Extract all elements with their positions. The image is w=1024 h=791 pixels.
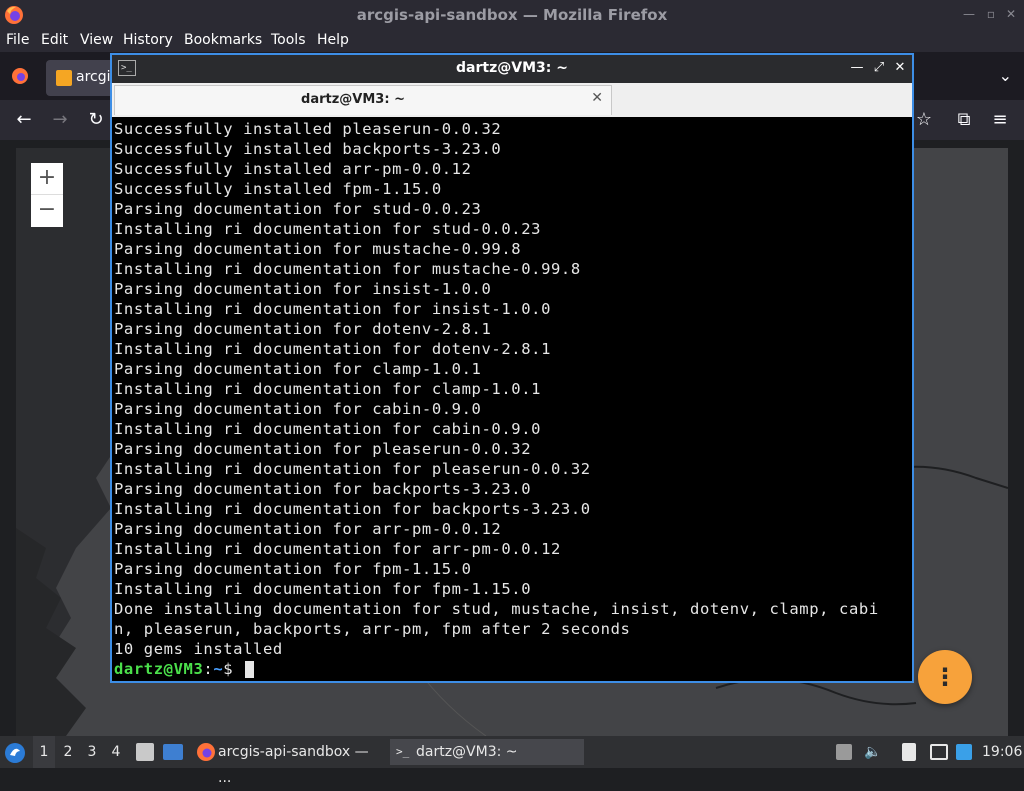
firefox-titlebar: arcgis-api-sandbox — Mozilla Firefox — ▫…	[0, 0, 1024, 30]
terminal-output-line: Parsing documentation for cabin-0.9.0	[114, 400, 482, 418]
file-manager-icon[interactable]	[136, 743, 154, 761]
terminal-output-line: Installing ri documentation for dotenv-2…	[114, 340, 551, 358]
workspace-2[interactable]: 2	[57, 736, 79, 768]
terminal-prompt-line: dartz@VM3:~$	[114, 659, 910, 679]
menu-bar: File Edit View History Bookmarks Tools H…	[0, 30, 1024, 52]
taskbar: 1 2 3 4 arcgis-api-sandbox — ... >_ dart…	[0, 736, 1024, 786]
back-arrow-icon[interactable]: ←	[12, 108, 36, 132]
terminal-output-line: Installing ri documentation for fpm-1.15…	[114, 580, 532, 598]
terminal-output-line: Parsing documentation for backports-3.23…	[114, 480, 532, 498]
menu-help[interactable]: Help	[317, 32, 349, 48]
terminal-output-line: Parsing documentation for clamp-1.0.1	[114, 360, 482, 378]
menu-history[interactable]: History	[123, 32, 173, 48]
terminal-output[interactable]: Successfully installed pleaserun-0.0.32 S…	[114, 119, 910, 679]
terminal-minimize-icon[interactable]: —	[850, 60, 864, 75]
terminal-tab[interactable]: dartz@VM3: ~ ✕	[114, 85, 612, 115]
terminal-output-line: Parsing documentation for stud-0.0.23	[114, 200, 482, 218]
terminal-output-line: Parsing documentation for mustache-0.99.…	[114, 240, 522, 258]
terminal-output-line: Parsing documentation for arr-pm-0.0.12	[114, 520, 502, 538]
terminal-output-line: Installing ri documentation for cabin-0.…	[114, 420, 542, 438]
notes-icon[interactable]	[902, 743, 916, 761]
terminal-output-line: Successfully installed arr-pm-0.0.12	[114, 160, 472, 178]
terminal-lines: Successfully installed pleaserun-0.0.32 S…	[114, 119, 910, 659]
prompt-user: dartz@VM3	[114, 660, 204, 678]
terminal-output-line: Installing ri documentation for arr-pm-0…	[114, 540, 561, 558]
firefox-task-icon	[197, 743, 215, 761]
close-icon[interactable]: ✕	[1004, 7, 1018, 21]
workspace-1[interactable]: 1	[33, 736, 55, 768]
terminal-task-icon: >_	[396, 745, 410, 758]
workspace-3[interactable]: 3	[81, 736, 103, 768]
zoom-out-button[interactable]: −	[31, 195, 63, 227]
network-icon[interactable]	[930, 744, 948, 760]
terminal-output-line: Installing ri documentation for insist-1…	[114, 300, 551, 318]
firefox-view-icon[interactable]	[10, 66, 30, 86]
terminal-output-line: Successfully installed fpm-1.15.0	[114, 180, 442, 198]
menu-edit[interactable]: Edit	[41, 32, 68, 48]
task-terminal[interactable]: >_ dartz@VM3: ~	[390, 739, 584, 765]
terminal-window[interactable]: >_ dartz@VM3: ~ — ⤢ ✕ dartz@VM3: ~ ✕ Suc…	[110, 53, 914, 683]
clipboard-icon[interactable]	[836, 744, 852, 760]
terminal-output-line: Parsing documentation for pleaserun-0.0.…	[114, 440, 532, 458]
terminal-output-line: Parsing documentation for fpm-1.15.0	[114, 560, 472, 578]
list-all-tabs-chevron-icon[interactable]: ⌄	[999, 66, 1012, 85]
task-firefox[interactable]: arcgis-api-sandbox — ...	[192, 739, 386, 786]
terminal-titlebar[interactable]: >_ dartz@VM3: ~ — ⤢ ✕	[112, 55, 912, 83]
menu-bookmarks[interactable]: Bookmarks	[184, 32, 262, 48]
menu-file[interactable]: File	[6, 32, 29, 48]
terminal-output-line: Successfully installed backports-3.23.0	[114, 140, 502, 158]
terminal-title: dartz@VM3: ~	[456, 60, 568, 76]
start-menu-icon[interactable]	[4, 742, 26, 764]
menu-view[interactable]: View	[80, 32, 113, 48]
terminal-output-line: Successfully installed pleaserun-0.0.32	[114, 120, 502, 138]
task-terminal-label: dartz@VM3: ~	[416, 744, 518, 760]
workspace-4[interactable]: 4	[105, 736, 127, 768]
maximize-icon[interactable]: ▫	[984, 7, 998, 21]
volume-icon[interactable]: 🔈	[864, 744, 881, 760]
terminal-output-line: Parsing documentation for dotenv-2.8.1	[114, 320, 492, 338]
terminal-output-line: Done installing documentation for stud, …	[114, 600, 879, 618]
terminal-output-line: Installing ri documentation for pleaseru…	[114, 460, 591, 478]
updates-icon[interactable]	[956, 744, 972, 760]
clock: 19:06	[982, 744, 1023, 760]
terminal-output-line: n, pleaserun, backports, arr-pm, fpm aft…	[114, 620, 631, 638]
tab-label: arcgi	[76, 69, 111, 85]
more-options-button[interactable]: ⋮	[918, 650, 972, 704]
window-title: arcgis-api-sandbox — Mozilla Firefox	[356, 6, 668, 24]
arcgis-favicon-icon	[56, 70, 72, 86]
terminal-output-line: Installing ri documentation for backport…	[114, 500, 591, 518]
task-firefox-label: arcgis-api-sandbox — ...	[218, 744, 369, 786]
terminal-tab-close-icon[interactable]: ✕	[591, 90, 603, 106]
show-desktop-icon[interactable]	[163, 744, 183, 760]
prompt-symbol: $	[223, 660, 244, 678]
terminal-output-line: Parsing documentation for insist-1.0.0	[114, 280, 492, 298]
terminal-tab-strip: dartz@VM3: ~ ✕	[112, 83, 912, 117]
bookmark-star-icon[interactable]: ☆	[912, 108, 936, 132]
terminal-output-line: Installing ri documentation for clamp-1.…	[114, 380, 542, 398]
terminal-tab-label: dartz@VM3: ~	[301, 92, 405, 107]
forward-arrow-icon[interactable]: →	[48, 108, 72, 132]
terminal-close-icon[interactable]: ✕	[893, 60, 907, 75]
prompt-path: ~	[213, 660, 224, 678]
minimize-icon[interactable]: —	[962, 7, 976, 21]
terminal-maximize-icon[interactable]: ⤢	[872, 60, 886, 75]
prompt-separator: :	[203, 660, 214, 678]
menu-tools[interactable]: Tools	[271, 32, 306, 48]
app-menu-icon[interactable]: ≡	[988, 108, 1012, 132]
extensions-icon[interactable]: ⧉	[952, 108, 976, 132]
terminal-output-line: Installing ri documentation for mustache…	[114, 260, 581, 278]
reload-icon[interactable]: ↻	[84, 108, 108, 132]
terminal-cursor	[245, 661, 255, 678]
terminal-output-line: 10 gems installed	[114, 640, 283, 658]
zoom-in-button[interactable]: +	[31, 163, 63, 195]
terminal-output-line: Installing ri documentation for stud-0.0…	[114, 220, 542, 238]
